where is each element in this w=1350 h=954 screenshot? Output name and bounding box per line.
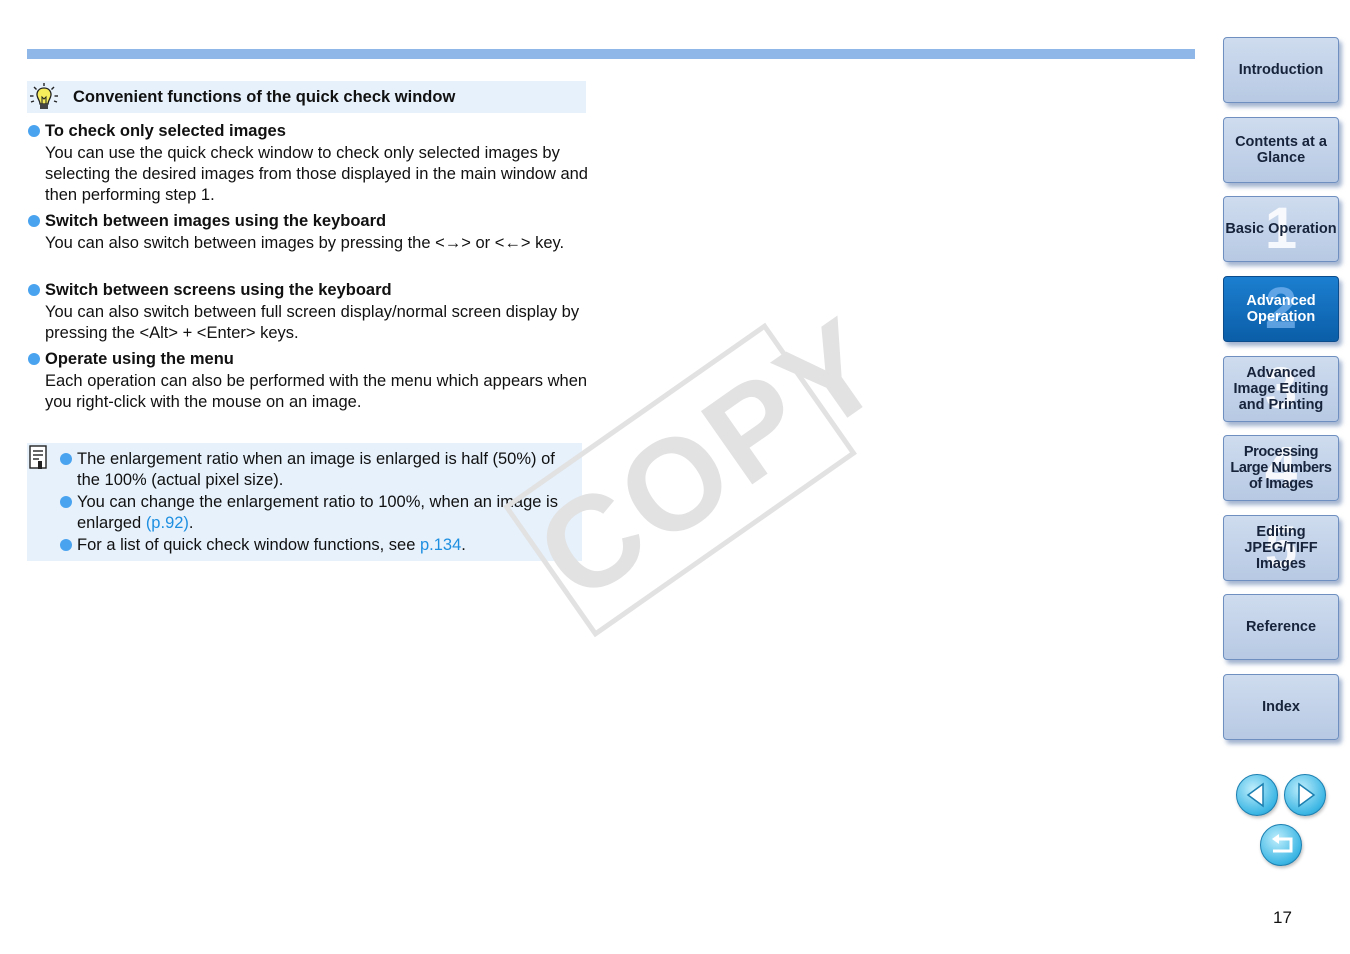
nav-processing-large-numbers[interactable]: 4 Processing Large Numbers of Images — [1223, 435, 1339, 501]
memo-text: For a list of quick check window functio… — [77, 536, 420, 554]
nav-reference[interactable]: Reference — [1223, 594, 1339, 660]
nav-contents[interactable]: Contents at a Glance — [1223, 117, 1339, 183]
arrow-right-icon — [1298, 782, 1316, 808]
section-body: Each operation can also be performed wit… — [45, 372, 588, 411]
section-heading: Switch between images using the keyboard — [45, 212, 387, 230]
nav-label: Introduction — [1238, 62, 1324, 78]
bullet-icon — [60, 539, 72, 551]
memo-item: The enlargement ratio when an image is e… — [60, 449, 582, 491]
memo-text-end: . — [188, 514, 194, 532]
memo-text: The enlargement ratio when an image is e… — [77, 450, 555, 489]
nav-label: Basic Operation — [1225, 221, 1337, 237]
section-switch-images: Switch between images using the keyboard… — [27, 211, 587, 275]
nav-editing-jpeg-tiff[interactable]: 5 Editing JPEG/TIFF Images — [1223, 515, 1339, 581]
section-heading: To check only selected images — [45, 122, 286, 140]
section-body: You can also switch between full screen … — [45, 303, 580, 342]
nav-label: Editing JPEG/TIFF Images — [1244, 524, 1318, 572]
bullet-icon — [60, 453, 72, 465]
bullet-icon — [28, 215, 40, 227]
bullet-icon — [28, 353, 40, 365]
bullet-icon — [28, 125, 40, 137]
nav-label: Advanced Operation — [1246, 293, 1316, 325]
nav-label: Index — [1262, 699, 1300, 715]
nav-index[interactable]: Index — [1223, 674, 1339, 740]
tip-header: Convenient functions of the quick check … — [27, 81, 586, 113]
memo-item: You can change the enlargement ratio to … — [60, 492, 582, 534]
lightbulb-icon — [30, 83, 58, 109]
page-link[interactable]: p.134 — [420, 536, 461, 554]
section-body: You can also switch between images by pr… — [45, 234, 565, 252]
nav-label: Advanced Image Editing and Printing — [1233, 365, 1329, 413]
section-body: You can use the quick check window to ch… — [45, 144, 588, 204]
return-button[interactable] — [1260, 824, 1302, 866]
section-switch-screens: Switch between screens using the keyboar… — [27, 280, 587, 344]
section-heading: Switch between screens using the keyboar… — [45, 281, 392, 299]
arrow-left-icon — [1246, 782, 1264, 808]
nav-label: Contents at a Glance — [1235, 134, 1327, 166]
nav-basic-operation[interactable]: 1 Basic Operation — [1223, 196, 1339, 262]
section-menu: Operate using the menu Each operation ca… — [27, 349, 587, 413]
memo-text-end: . — [461, 536, 466, 554]
page-number: 17 — [1273, 908, 1292, 927]
bullet-icon — [60, 496, 72, 508]
header-rule — [27, 49, 1195, 59]
return-icon — [1272, 834, 1293, 853]
section-heading: Operate using the menu — [45, 350, 234, 368]
nav-advanced-image-editing[interactable]: 3 Advanced Image Editing and Printing — [1223, 356, 1339, 422]
nav-introduction[interactable]: Introduction — [1223, 37, 1339, 103]
nav-advanced-operation[interactable]: 2 Advanced Operation — [1223, 276, 1339, 342]
page-link[interactable]: (p.92) — [146, 514, 189, 532]
nav-label: Processing Large Numbers of Images — [1230, 444, 1332, 492]
prev-page-button[interactable] — [1236, 774, 1278, 816]
memo-box: The enlargement ratio when an image is e… — [27, 443, 582, 561]
next-page-button[interactable] — [1284, 774, 1326, 816]
nav-label: Reference — [1245, 619, 1317, 635]
memo-item: For a list of quick check window functio… — [60, 535, 582, 556]
memo-icon — [29, 445, 47, 469]
tip-title: Convenient functions of the quick check … — [73, 88, 456, 106]
bullet-icon — [28, 284, 40, 296]
section-selected-images: To check only selected images You can us… — [27, 121, 588, 207]
